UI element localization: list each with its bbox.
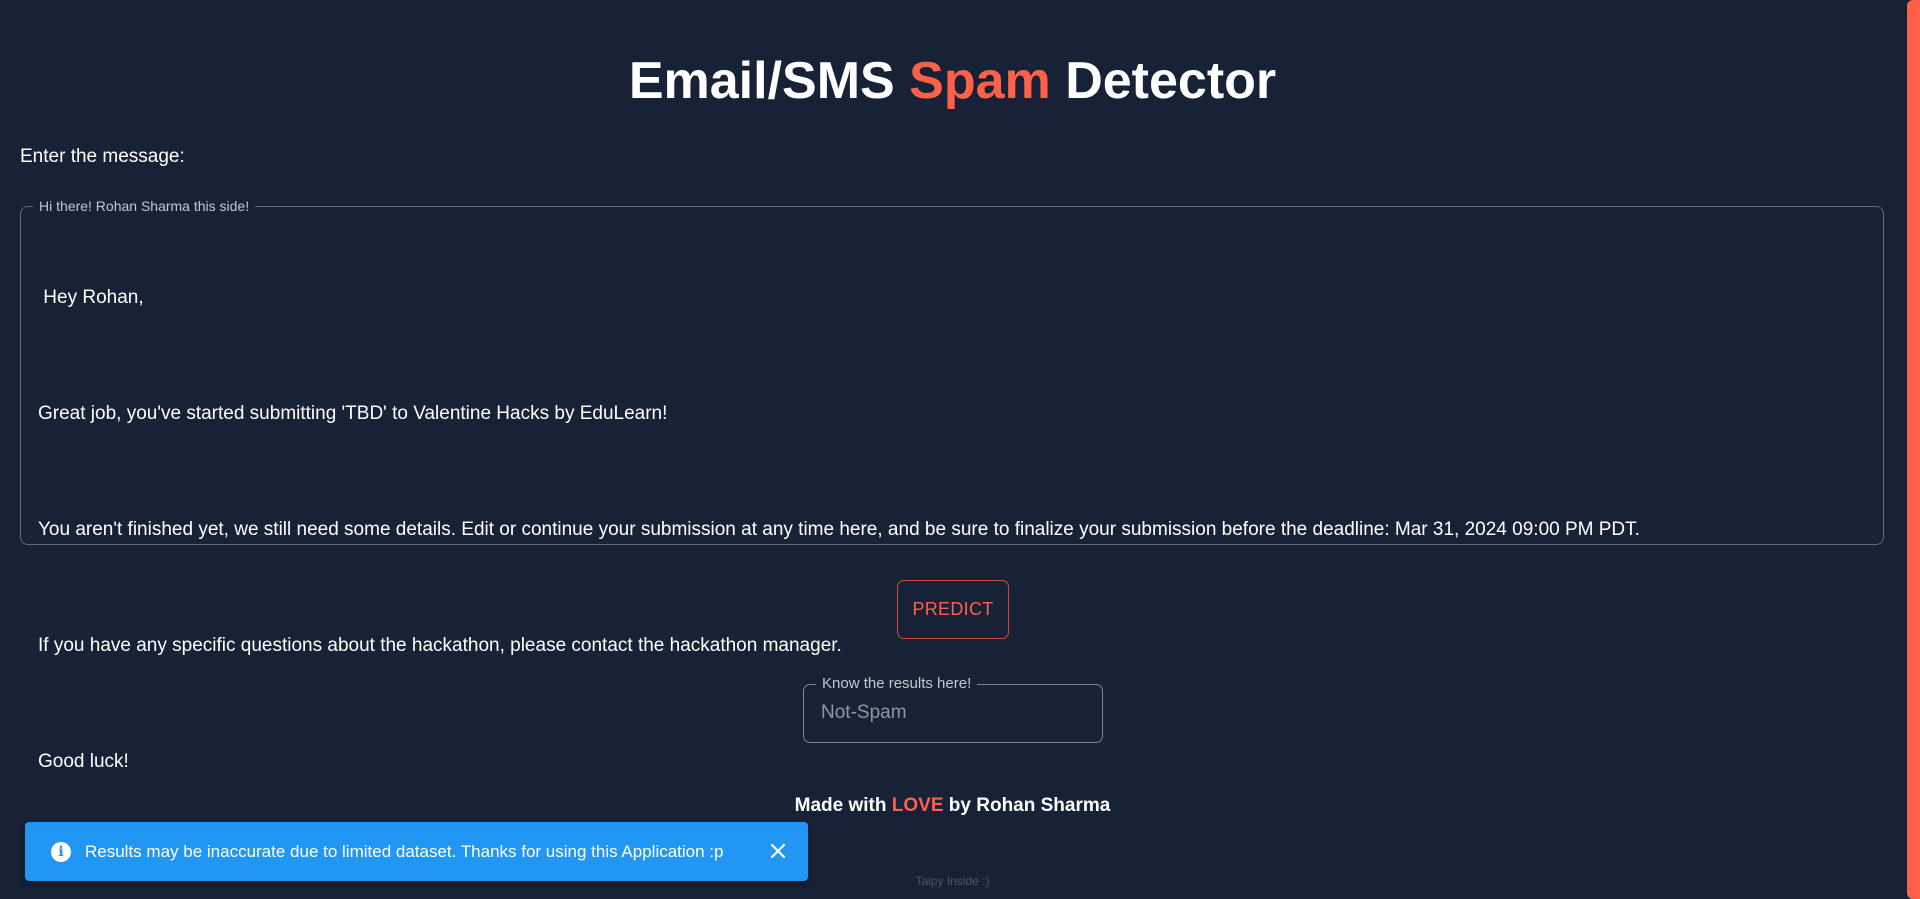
- message-textarea[interactable]: Hi there! Rohan Sharma this side! Hey Ro…: [20, 197, 1884, 772]
- info-icon: i: [51, 841, 71, 862]
- footer-prefix: Made with: [794, 795, 892, 816]
- message-prompt-label: Enter the message:: [20, 146, 185, 167]
- footer-credit: Made with LOVE by Rohan Sharma: [0, 795, 1905, 817]
- message-line: You aren't finished yet, we still need s…: [38, 519, 1640, 540]
- predict-button[interactable]: PREDICT: [897, 580, 1009, 639]
- notification-snackbar: i Results may be inaccurate due to limit…: [25, 822, 808, 881]
- message-line: Hey Rohan,: [38, 287, 144, 308]
- result-value: Not-Spam: [821, 702, 907, 723]
- page-title: Email/SMS Spam Detector: [0, 46, 1905, 116]
- scrollbar[interactable]: [1907, 0, 1920, 899]
- snackbar-message: Results may be inaccurate due to limited…: [85, 841, 724, 861]
- result-field-legend: Know the results here!: [816, 675, 978, 693]
- message-line: Good luck!: [38, 751, 129, 772]
- result-field[interactable]: Know the results here! Not-Spam: [803, 675, 1103, 743]
- message-line: Great job, you've started submitting 'TB…: [38, 403, 668, 424]
- title-prefix: Email/SMS: [628, 52, 910, 110]
- footer-suffix: by Rohan Sharma: [943, 795, 1111, 816]
- close-icon[interactable]: [768, 841, 788, 861]
- page: Email/SMS Spam Detector Enter the messag…: [0, 0, 1920, 899]
- message-text[interactable]: Hey Rohan, Great job, you've started sub…: [38, 225, 1866, 863]
- message-field-legend: Hi there! Rohan Sharma this side!: [33, 197, 256, 215]
- footer-love: LOVE: [891, 795, 944, 816]
- title-suffix: Detector: [1050, 52, 1277, 110]
- title-accent: Spam: [909, 52, 1051, 110]
